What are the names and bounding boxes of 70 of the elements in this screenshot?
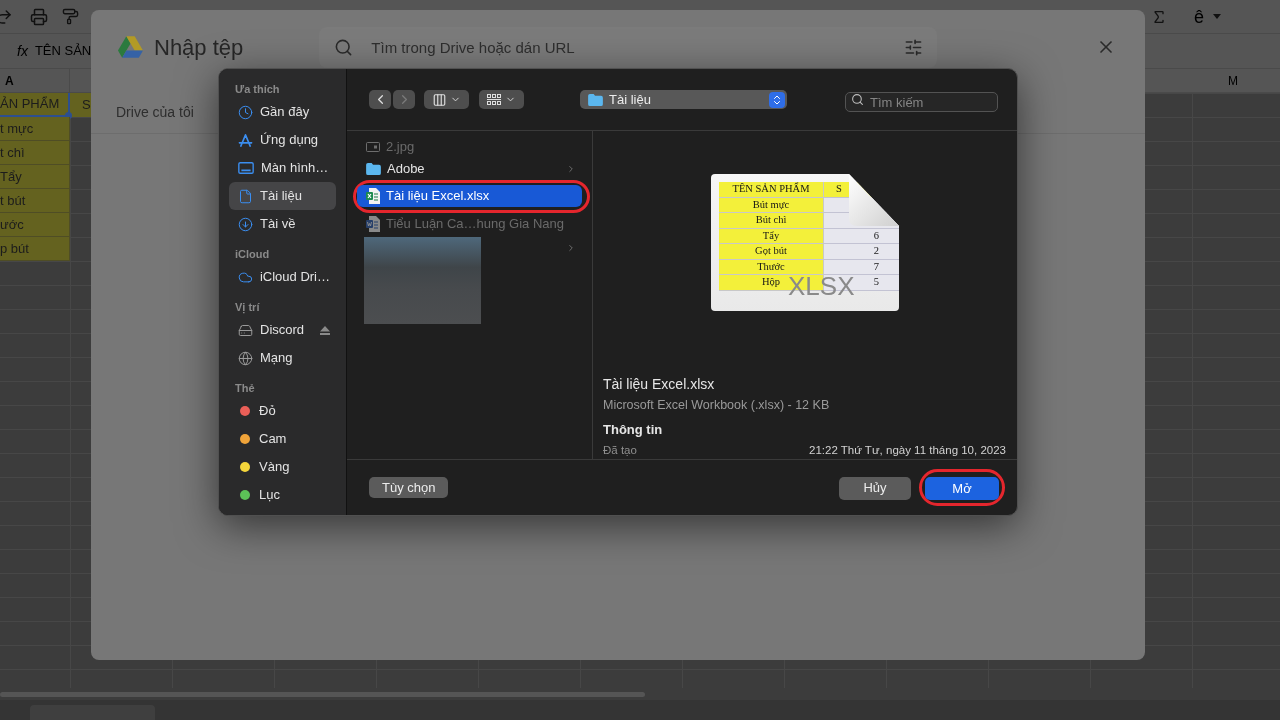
sidebar-item[interactable]: Đỏ (229, 397, 336, 425)
sidebar-item[interactable]: Màn hình… (229, 154, 336, 182)
info-label: Đã tạo (603, 443, 637, 457)
open-button[interactable]: Mở (925, 477, 999, 501)
drive-icon (238, 322, 253, 338)
paint-roller-icon[interactable] (62, 8, 79, 25)
grid-view-button[interactable] (479, 90, 524, 109)
sidebar-item[interactable]: Lục (229, 481, 336, 509)
search-icon (334, 37, 354, 57)
file-type-label: XLSX (788, 273, 855, 299)
info-value: 21:22 Thứ Tư, ngày 11 tháng 10, 2023 (809, 443, 1006, 457)
thumbnail-cell: 2 (824, 244, 899, 260)
download-icon (238, 216, 253, 232)
sidebar-item[interactable]: Tài liệu (229, 182, 336, 210)
sidebar-item[interactable]: Cam (229, 425, 336, 453)
sidebar-section-heading: Ưa thích (234, 82, 281, 97)
back-button[interactable] (369, 90, 391, 109)
search-field[interactable]: Tìm kiếm (845, 92, 998, 112)
chevron-right-icon (566, 242, 576, 254)
sidebar-item[interactable]: Mạng (229, 344, 336, 372)
filter-icon[interactable] (904, 37, 924, 57)
thumbnail-cell: Bút chì (719, 213, 824, 229)
scrollbar-thumb[interactable] (0, 691, 645, 697)
sidebar-item[interactable]: Tài về (229, 210, 336, 238)
columns-icon (432, 92, 447, 107)
info-heading: Thông tin (603, 421, 664, 438)
cloud-icon (238, 269, 253, 285)
apps-icon (238, 132, 253, 148)
dialog-title: Nhập tệp (154, 33, 244, 62)
stepper-icon (769, 91, 785, 108)
sidebar-section-heading: iCloud (234, 247, 271, 262)
image-file-icon (366, 142, 380, 152)
spreadsheet-file-icon (366, 188, 380, 204)
thumbnail-cell: TÊN SẢN PHẨM (719, 182, 824, 198)
sidebar-item[interactable]: iCloud Dri… (229, 263, 336, 291)
sidebar-section-heading: Thẻ (234, 381, 256, 396)
sidebar-section-heading: Vị trí (234, 300, 261, 316)
function-label: fx (17, 41, 28, 61)
folder-icon (588, 93, 603, 106)
file-row[interactable]: Tài liệu Excel.xlsx (357, 185, 582, 207)
sidebar-item[interactable]: Gần đây (229, 98, 336, 126)
options-button[interactable]: Tùy chọn (369, 477, 449, 498)
drive-search-field[interactable]: Tìm trong Drive hoặc dán URL (319, 26, 938, 68)
column-view-button[interactable] (424, 90, 469, 109)
sidebar-item[interactable]: Discord (229, 316, 336, 344)
clock-icon (238, 104, 253, 120)
document-file-icon (366, 216, 380, 232)
eject-icon[interactable] (320, 325, 330, 335)
file-name: Tài liệu Excel.xlsx (603, 375, 716, 393)
sidebar-item[interactable]: Ứng dụng (229, 126, 336, 154)
search-icon (851, 93, 864, 106)
redo-icon[interactable] (0, 7, 13, 26)
folder-icon (366, 163, 381, 175)
cancel-button[interactable]: Hủy (839, 476, 911, 500)
grid-icon (487, 94, 501, 105)
sidebar-item[interactable]: Vàng (229, 453, 336, 481)
display-icon (238, 162, 254, 174)
file-description: Microsoft Excel Workbook (.xlsx) - 12 KB (603, 397, 831, 413)
thumbnail-cell: Gọt bút (719, 244, 824, 260)
chevron-right-icon (566, 163, 576, 175)
page-curl-icon (849, 174, 899, 226)
location-popup[interactable]: Tài liệu (580, 90, 787, 109)
document-icon (238, 188, 253, 204)
file-row[interactable]: Adobe (357, 158, 582, 180)
triangle-logo-icon (118, 36, 143, 58)
drive-tab[interactable]: Drive của tôi (116, 102, 194, 123)
print-icon[interactable] (30, 7, 48, 26)
globe-icon (238, 350, 253, 366)
caret-icon[interactable] (1213, 14, 1221, 19)
sigma-icon[interactable] (1151, 8, 1167, 25)
